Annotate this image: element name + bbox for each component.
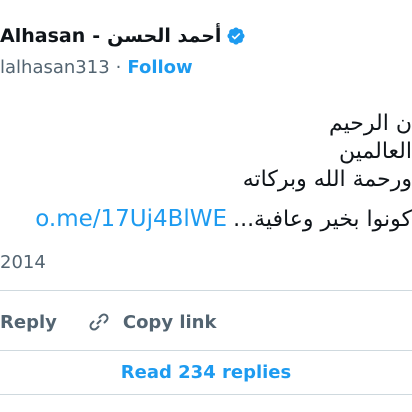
verified-badge-icon: [227, 27, 245, 45]
follow-button[interactable]: Follow: [127, 57, 192, 78]
author-name-arabic: أحمد الحسن: [107, 25, 222, 47]
tweet-line-2: العالمين: [339, 139, 412, 164]
author-name-latin: Alhasan: [0, 25, 86, 47]
tweet-date[interactable]: 2014: [0, 252, 46, 273]
tweet-actions: Reply Copy link: [0, 306, 216, 338]
name-separator: -: [92, 25, 101, 47]
author-handle-row: lalhasan313 · Follow: [0, 54, 193, 80]
tweet-line-3: ورحمة الله وبركاته: [242, 167, 412, 192]
divider-bottom: [0, 394, 412, 395]
tweet-link[interactable]: o.me/17Uj4BlWE: [35, 206, 227, 232]
reply-button[interactable]: Reply: [0, 312, 57, 333]
divider-top: [0, 290, 412, 291]
tweet-line-1: ن الرحيم: [329, 111, 412, 136]
divider-middle: [0, 350, 412, 351]
handle-separator-dot: ·: [115, 56, 122, 78]
tweet-text: ن الرحيم العالمين ورحمة الله وبركاته: [0, 110, 412, 194]
tweet-link-line: o.me/17Uj4BlWE كونوا بخير وعافية...: [35, 206, 412, 232]
link-icon: [89, 313, 109, 331]
author-name-row[interactable]: Alhasan - أحمد الحسن: [0, 22, 246, 50]
reply-label: Reply: [0, 311, 57, 333]
tweet-line-4: كونوا بخير وعافية...: [233, 206, 412, 232]
copy-link-label: Copy link: [122, 311, 217, 333]
read-replies-button[interactable]: Read 234 replies: [0, 358, 412, 388]
author-handle[interactable]: lalhasan313: [0, 57, 110, 78]
copy-link-button[interactable]: Copy link: [87, 310, 217, 334]
